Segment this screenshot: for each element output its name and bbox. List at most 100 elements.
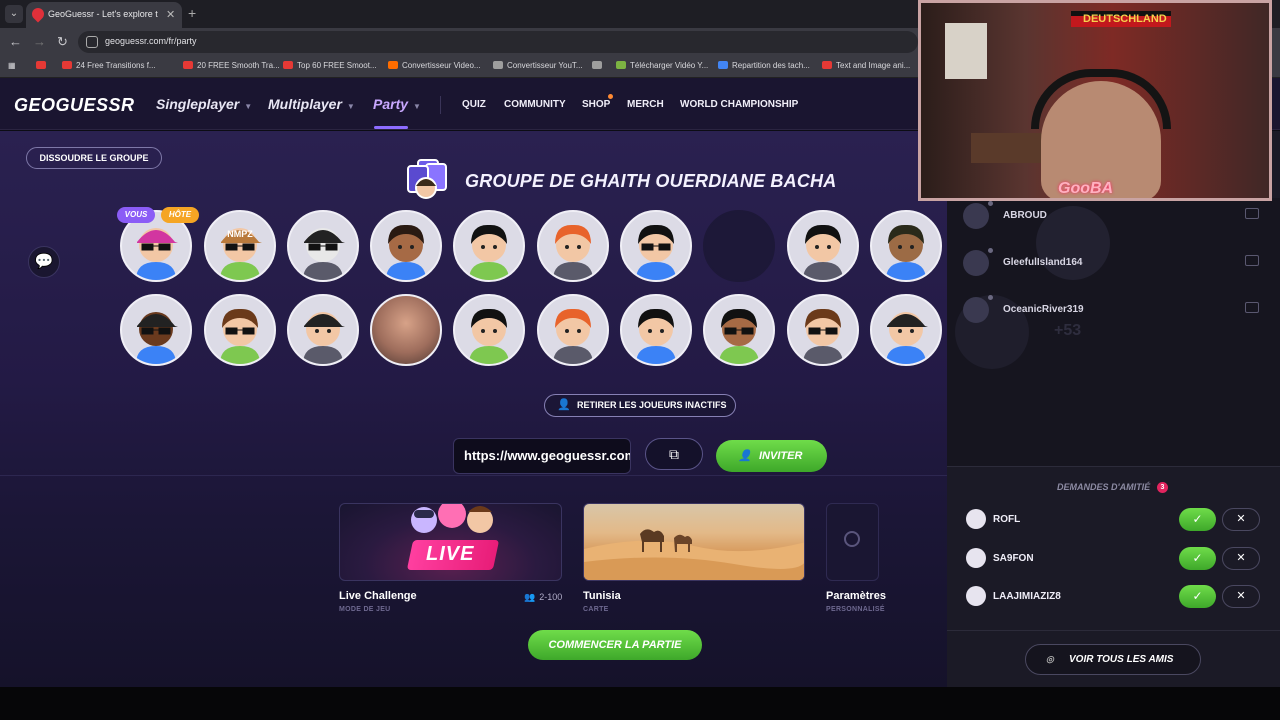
friend-row[interactable]: OceanicRiver319 (963, 295, 1263, 325)
friend-requests-title: DEMANDES D'AMITIÉ (1057, 482, 1151, 492)
player-avatar[interactable] (120, 294, 192, 366)
player-avatar[interactable] (453, 294, 525, 366)
nav-singleplayer[interactable]: Singleplayer ▼ (156, 96, 252, 112)
bookmark-item[interactable]: Convertisseur YouT... (493, 61, 583, 70)
check-icon: ✓ (1192, 512, 1203, 526)
chevron-down-icon: ▼ (346, 102, 355, 111)
bookmark-label: Convertisseur YouT... (507, 61, 583, 70)
chat-icon[interactable] (1245, 302, 1259, 313)
decline-request-button[interactable]: ✕ (1222, 547, 1260, 570)
friend-request-row: ROFL ✓ ✕ (966, 508, 1266, 532)
bookmark-item[interactable]: Top 60 FREE Smoot... (283, 61, 377, 70)
bookmark-favicon-icon (183, 61, 193, 69)
player-avatar[interactable] (620, 210, 692, 282)
player-avatar[interactable] (370, 294, 442, 366)
tab-title: GeoGuessr - Let's explore the w (48, 9, 158, 19)
player-avatar[interactable] (370, 210, 442, 282)
player-avatar[interactable] (453, 210, 525, 282)
bookmark-item[interactable] (36, 61, 50, 70)
geoguessr-logo[interactable]: GEOGUESSR (14, 95, 135, 116)
nav-merch[interactable]: MERCH (627, 99, 664, 110)
chat-icon[interactable] (1245, 255, 1259, 266)
accept-request-button[interactable]: ✓ (1179, 547, 1216, 570)
invite-button[interactable]: 👤 INVITER (716, 440, 827, 472)
bookmark-item[interactable] (592, 61, 606, 70)
friend-row[interactable]: GleefulIsland164 (963, 248, 1263, 278)
nav-world-championship[interactable]: WORLD CHAMPIONSHIP (680, 99, 798, 110)
back-icon[interactable]: ← (9, 34, 22, 49)
shop-notification-dot (608, 94, 613, 99)
request-name: LAAJIMIAZIZ8 (993, 591, 1061, 602)
settings-subtitle: PERSONNALISÉ (826, 606, 885, 613)
browser-tab[interactable]: GeoGuessr - Let's explore the w ✕ (26, 2, 182, 28)
player-avatar[interactable] (703, 294, 775, 366)
bookmark-favicon-icon (62, 61, 72, 69)
bookmark-item[interactable]: Repartition des tach... (718, 61, 810, 70)
bookmark-item[interactable]: Convertisseur Video... (388, 61, 481, 70)
avatar (966, 509, 986, 529)
bookmark-label: Repartition des tach... (732, 61, 810, 70)
player-avatar[interactable] (537, 294, 609, 366)
nav-quiz[interactable]: QUIZ (462, 99, 486, 110)
chat-bubble-icon[interactable]: 💬 (28, 246, 60, 278)
check-icon: ✓ (1192, 589, 1203, 603)
player-avatar[interactable] (287, 294, 359, 366)
copy-icon: ⧉ (669, 446, 679, 462)
player-avatar[interactable] (537, 210, 609, 282)
player-avatar[interactable] (870, 210, 942, 282)
bookmark-item[interactable]: 24 Free Transitions f... (62, 61, 156, 70)
map-card[interactable] (583, 503, 805, 581)
new-tab-icon[interactable]: + (188, 5, 196, 21)
bookmark-label: 24 Free Transitions f... (76, 61, 156, 70)
status-dot (988, 295, 993, 300)
game-mode-title: Live Challenge (339, 590, 417, 602)
you-badge: VOUS (117, 207, 155, 223)
invite-link-field[interactable]: https://www.geoguessr.com/join (453, 438, 631, 474)
request-name: ROFL (993, 514, 1021, 525)
player-avatar[interactable] (787, 210, 859, 282)
player-avatar[interactable] (204, 294, 276, 366)
address-bar[interactable]: geoguessr.com/fr/party (78, 31, 918, 53)
nav-shop[interactable]: SHOP (582, 99, 610, 110)
url-text: geoguessr.com/fr/party (105, 36, 197, 46)
nav-party[interactable]: Party ▼ (373, 96, 421, 112)
start-game-button[interactable]: COMMENCER LA PARTIE (528, 630, 702, 660)
player-avatar[interactable] (870, 294, 942, 366)
active-nav-indicator (374, 126, 408, 129)
bookmark-item[interactable]: 20 FREE Smooth Tra... (183, 61, 280, 70)
apps-grid-icon[interactable]: ▦ (8, 61, 16, 70)
forward-icon[interactable]: → (33, 34, 46, 49)
friend-requests-count-badge: 3 (1157, 482, 1168, 493)
bookmark-favicon-icon (822, 61, 832, 69)
view-all-friends-button[interactable]: ◎ VOIR TOUS LES AMIS (1025, 644, 1201, 675)
bookmark-item[interactable]: Text and Image ani... (822, 61, 910, 70)
player-avatar[interactable] (703, 210, 775, 282)
tab-search-button[interactable]: ⌄ (5, 5, 23, 23)
site-info-icon[interactable] (86, 36, 98, 48)
decline-request-button[interactable]: ✕ (1222, 585, 1260, 608)
decline-request-button[interactable]: ✕ (1222, 508, 1260, 531)
accept-request-button[interactable]: ✓ (1179, 508, 1216, 531)
bookmark-favicon-icon (616, 61, 626, 69)
bookmark-favicon-icon (592, 61, 602, 69)
status-dot (988, 248, 993, 253)
player-avatar[interactable] (787, 294, 859, 366)
player-avatar[interactable] (287, 210, 359, 282)
nav-multiplayer[interactable]: Multiplayer ▼ (268, 96, 355, 112)
game-mode-card[interactable]: LIVE (339, 503, 562, 581)
accept-request-button[interactable]: ✓ (1179, 585, 1216, 608)
remove-inactive-players-button[interactable]: 👤 RETIRER LES JOUEURS INACTIFS (544, 394, 736, 417)
copy-link-button[interactable]: ⧉ (645, 438, 703, 470)
bookmark-label: Top 60 FREE Smoot... (297, 61, 377, 70)
dissolve-group-button[interactable]: DISSOUDRE LE GROUPE (26, 147, 162, 169)
player-avatar[interactable]: NMPZ (204, 210, 276, 282)
friend-name: OceanicRiver319 (1003, 304, 1084, 315)
player-avatar[interactable] (620, 294, 692, 366)
chat-icon[interactable] (1245, 208, 1259, 219)
close-tab-icon[interactable]: ✕ (166, 8, 175, 21)
bookmark-item[interactable]: Télécharger Vidéo Y... (616, 61, 708, 70)
section-divider (0, 475, 947, 476)
nav-community[interactable]: COMMUNITY (504, 99, 566, 110)
reload-icon[interactable]: ↻ (57, 34, 68, 50)
friend-row[interactable]: ABROUD (963, 201, 1263, 231)
